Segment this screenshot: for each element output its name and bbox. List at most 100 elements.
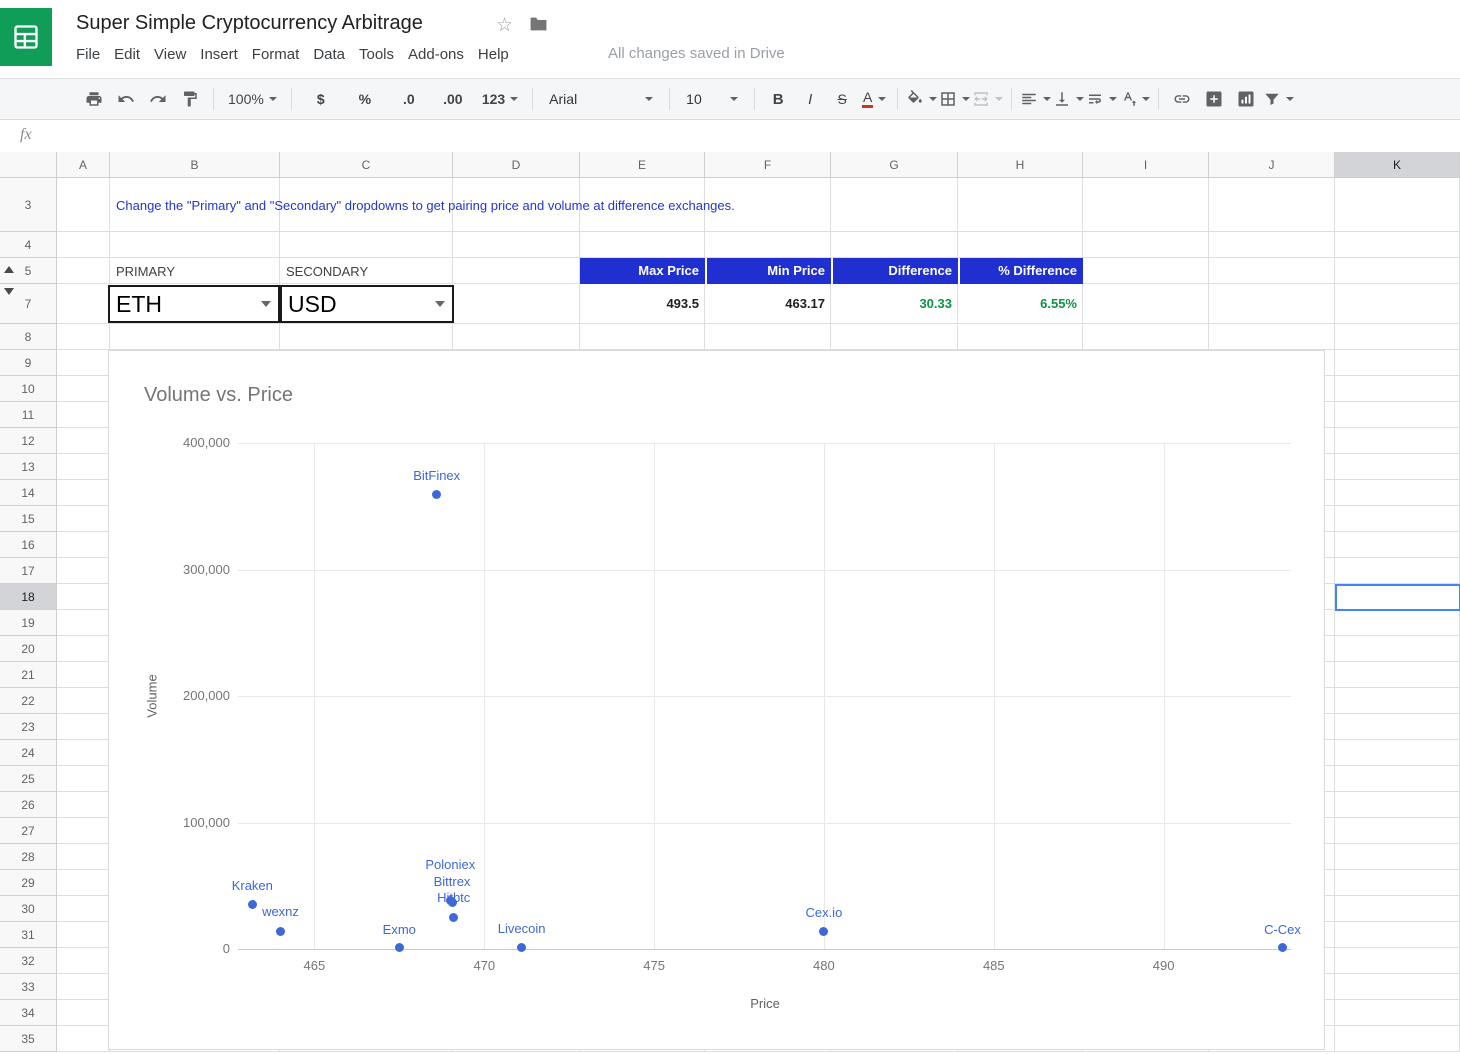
row-header-21[interactable]: 21 bbox=[0, 662, 57, 688]
menu-edit[interactable]: Edit bbox=[107, 43, 147, 66]
row-header-18[interactable]: 18 bbox=[0, 584, 57, 610]
row-header-8[interactable]: 8 bbox=[0, 324, 57, 350]
menu-tools[interactable]: Tools bbox=[352, 43, 401, 66]
bold-button[interactable]: B bbox=[763, 85, 793, 113]
stat-header-difference[interactable]: Difference bbox=[831, 258, 958, 284]
column-header-F[interactable]: F bbox=[705, 152, 831, 178]
paint-format-button[interactable] bbox=[175, 85, 205, 113]
row-header-23[interactable]: 23 bbox=[0, 714, 57, 740]
secondary-dropdown[interactable]: USD bbox=[280, 285, 454, 323]
row-header-19[interactable]: 19 bbox=[0, 610, 57, 636]
column-header-B[interactable]: B bbox=[110, 152, 280, 178]
undo-button[interactable] bbox=[111, 85, 141, 113]
column-header-K[interactable]: K bbox=[1335, 152, 1460, 178]
star-icon[interactable]: ☆ bbox=[496, 14, 513, 37]
menu-file[interactable]: File bbox=[69, 43, 107, 66]
menu-format[interactable]: Format bbox=[245, 43, 307, 66]
column-header-C[interactable]: C bbox=[280, 152, 453, 178]
text-rotation-button[interactable] bbox=[1119, 85, 1150, 113]
print-button[interactable] bbox=[79, 85, 109, 113]
menu-help[interactable]: Help bbox=[471, 43, 516, 66]
stat-value-0[interactable]: 493.5 bbox=[580, 284, 705, 324]
strikethrough-button[interactable]: S bbox=[827, 85, 857, 113]
row-header-3[interactable]: 3 bbox=[0, 178, 57, 232]
font-size-select[interactable]: 10 bbox=[678, 85, 746, 113]
row-header-28[interactable]: 28 bbox=[0, 844, 57, 870]
menu-view[interactable]: View bbox=[147, 43, 193, 66]
row-header-24[interactable]: 24 bbox=[0, 740, 57, 766]
decrease-decimals-button[interactable]: .0 bbox=[388, 85, 430, 113]
formula-bar[interactable]: fx bbox=[0, 120, 1460, 154]
row-header-27[interactable]: 27 bbox=[0, 818, 57, 844]
column-header-D[interactable]: D bbox=[453, 152, 580, 178]
sheets-logo[interactable] bbox=[0, 8, 52, 66]
currency-format-button[interactable]: $ bbox=[300, 85, 342, 113]
text-wrap-button[interactable] bbox=[1086, 85, 1117, 113]
stat-value-1[interactable]: 463.17 bbox=[705, 284, 831, 324]
column-header-J[interactable]: J bbox=[1209, 152, 1335, 178]
column-header-A[interactable]: A bbox=[57, 152, 110, 178]
row-header-17[interactable]: 17 bbox=[0, 558, 57, 584]
column-header-G[interactable]: G bbox=[831, 152, 958, 178]
row-header-20[interactable]: 20 bbox=[0, 636, 57, 662]
row-header-15[interactable]: 15 bbox=[0, 506, 57, 532]
row-header-33[interactable]: 33 bbox=[0, 974, 57, 1000]
hidden-rows-expand-up-icon[interactable] bbox=[4, 266, 14, 273]
cell-primary-label[interactable]: PRIMARY bbox=[110, 258, 175, 284]
font-family-select[interactable]: Arial bbox=[541, 85, 661, 113]
chart[interactable]: Volume vs. Price Price Volume 0100,00020… bbox=[108, 350, 1325, 1050]
stat-value-2[interactable]: 30.33 bbox=[831, 284, 958, 324]
zoom-select[interactable]: 100% bbox=[222, 85, 283, 113]
row-header-29[interactable]: 29 bbox=[0, 870, 57, 896]
insert-comment-button[interactable] bbox=[1199, 85, 1229, 113]
text-color-button[interactable]: A bbox=[859, 85, 889, 113]
filter-button[interactable] bbox=[1263, 85, 1294, 113]
row-header-13[interactable]: 13 bbox=[0, 454, 57, 480]
row-header-31[interactable]: 31 bbox=[0, 922, 57, 948]
insert-chart-button[interactable] bbox=[1231, 85, 1261, 113]
row-header-30[interactable]: 30 bbox=[0, 896, 57, 922]
row-header-34[interactable]: 34 bbox=[0, 1000, 57, 1026]
row-header-14[interactable]: 14 bbox=[0, 480, 57, 506]
row-header-22[interactable]: 22 bbox=[0, 688, 57, 714]
percent-format-button[interactable]: % bbox=[344, 85, 386, 113]
row-header-26[interactable]: 26 bbox=[0, 792, 57, 818]
column-header-E[interactable]: E bbox=[580, 152, 705, 178]
select-all-corner[interactable] bbox=[0, 152, 57, 178]
increase-decimals-button[interactable]: .00 bbox=[432, 85, 474, 113]
vertical-align-button[interactable] bbox=[1053, 85, 1084, 113]
row-header-16[interactable]: 16 bbox=[0, 532, 57, 558]
merge-cells-button[interactable] bbox=[972, 85, 1003, 113]
row-header-25[interactable]: 25 bbox=[0, 766, 57, 792]
menu-insert[interactable]: Insert bbox=[193, 43, 245, 66]
row-header-9[interactable]: 9 bbox=[0, 350, 57, 376]
save-status[interactable]: All changes saved in Drive bbox=[608, 45, 785, 62]
fill-color-button[interactable] bbox=[906, 85, 937, 113]
primary-dropdown[interactable]: ETH bbox=[108, 285, 280, 323]
column-header-I[interactable]: I bbox=[1083, 152, 1209, 178]
redo-button[interactable] bbox=[143, 85, 173, 113]
row-header-11[interactable]: 11 bbox=[0, 402, 57, 428]
row-header-4[interactable]: 4 bbox=[0, 232, 57, 258]
stat-header-min-price[interactable]: Min Price bbox=[705, 258, 831, 284]
row-header-35[interactable]: 35 bbox=[0, 1026, 57, 1052]
cell-secondary-label[interactable]: SECONDARY bbox=[280, 258, 368, 284]
menu-add-ons[interactable]: Add-ons bbox=[401, 43, 471, 66]
document-title[interactable]: Super Simple Cryptocurrency Arbitrage bbox=[76, 12, 423, 35]
row-header-10[interactable]: 10 bbox=[0, 376, 57, 402]
cell-note[interactable]: Change the "Primary" and "Secondary" dro… bbox=[110, 178, 735, 232]
spreadsheet-grid[interactable]: Change the "Primary" and "Secondary" dro… bbox=[57, 178, 1460, 1054]
row-header-32[interactable]: 32 bbox=[0, 948, 57, 974]
folder-icon[interactable] bbox=[529, 16, 548, 37]
stat-header-max-price[interactable]: Max Price bbox=[580, 258, 705, 284]
menu-data[interactable]: Data bbox=[306, 43, 352, 66]
insert-link-button[interactable] bbox=[1167, 85, 1197, 113]
borders-button[interactable] bbox=[939, 85, 970, 113]
stat-value-3[interactable]: 6.55% bbox=[958, 284, 1083, 324]
stat-header--difference[interactable]: % Difference bbox=[958, 258, 1083, 284]
horizontal-align-button[interactable] bbox=[1020, 85, 1051, 113]
row-header-12[interactable]: 12 bbox=[0, 428, 57, 454]
number-format-menu[interactable]: 123 bbox=[476, 85, 524, 113]
hidden-rows-expand-down-icon[interactable] bbox=[4, 288, 14, 295]
column-header-H[interactable]: H bbox=[958, 152, 1083, 178]
